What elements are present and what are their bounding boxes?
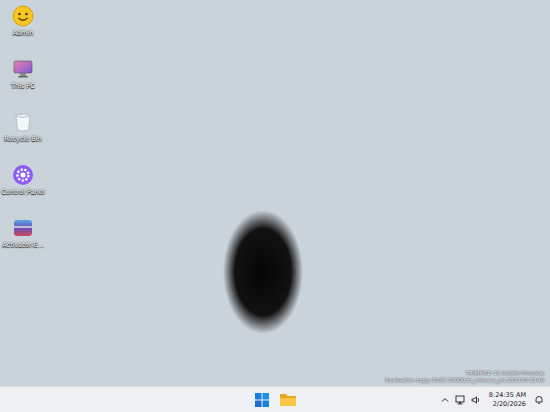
- desktop-icons: Admin This PC Recycle Bin Control Panel Acti…: [0, 0, 46, 263]
- recycle-bin-icon: [12, 111, 34, 133]
- desktop-icon-label: Recycle Bin: [4, 136, 41, 143]
- taskbar-apps: [252, 390, 298, 410]
- file-explorer-button[interactable]: [278, 390, 298, 410]
- desktop-icon-label: This PC: [11, 83, 35, 90]
- gear-icon: [12, 164, 34, 186]
- smiley-icon: [12, 5, 34, 27]
- desktop-icon-label: Control Panel: [1, 189, 44, 196]
- taskbar: 8:24:35 AM2/20/2026: [0, 386, 550, 412]
- clock-date: 2/20/2026: [493, 400, 526, 408]
- watermark: TRIMMED 11 Insider PreviewEvaluation cop…: [386, 370, 544, 383]
- chevron-up-icon[interactable]: [441, 396, 449, 404]
- network-icon[interactable]: [455, 395, 465, 405]
- monitor-icon: [12, 58, 34, 80]
- desktop-icon[interactable]: Control Panel: [0, 162, 46, 210]
- watermark-line: TRIMMED 11 Insider Preview: [466, 370, 544, 376]
- desktop-icon[interactable]: Recycle Bin: [0, 109, 46, 157]
- watermark-line: Evaluation copy. Build 28000.br_release_…: [386, 377, 544, 383]
- volume-icon[interactable]: [471, 395, 481, 405]
- windows-logo-icon: [255, 393, 269, 407]
- desktop-icon-label: Activator-E...: [2, 242, 44, 249]
- activator-icon: [12, 217, 34, 239]
- clock-time: 8:24:35 AM: [489, 391, 526, 399]
- start-button[interactable]: [252, 390, 272, 410]
- desktop-icon[interactable]: Admin: [0, 3, 46, 51]
- desktop-icon-label: Admin: [13, 30, 34, 37]
- desktop-screen: Admin This PC Recycle Bin Control Panel Acti…: [0, 0, 550, 412]
- wallpaper: Admin This PC Recycle Bin Control Panel Acti…: [0, 0, 550, 386]
- notification-bell-icon[interactable]: [534, 395, 544, 405]
- folder-icon: [280, 393, 296, 407]
- desktop-icon[interactable]: This PC: [0, 56, 46, 104]
- system-tray: 8:24:35 AM2/20/2026: [298, 391, 550, 407]
- clock[interactable]: 8:24:35 AM2/20/2026: [487, 391, 528, 407]
- desktop-icon[interactable]: Activator-E...: [0, 215, 46, 263]
